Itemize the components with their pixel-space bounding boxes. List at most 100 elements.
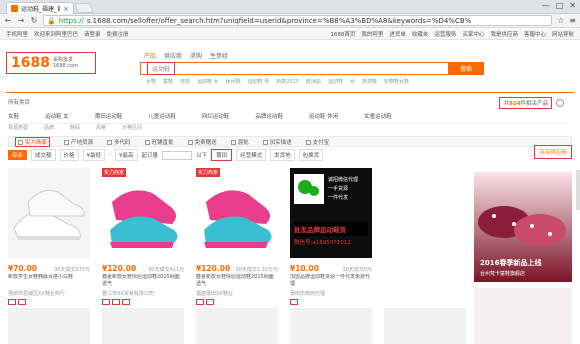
topnav-seller[interactable]: 我是供应商: [490, 30, 518, 38]
maximize-icon[interactable]: □: [556, 1, 564, 10]
filter-strong-merchant[interactable]: 实力商家: [15, 136, 51, 147]
subcat-item[interactable]: 运动鞋 休闲: [309, 112, 338, 120]
attr-item[interactable]: 货源类型: [8, 124, 28, 131]
subcat-item[interactable]: 莆田运动鞋: [95, 112, 123, 120]
hot-word[interactable]: 旅游鞋: [362, 78, 377, 85]
sort-default[interactable]: 综合: [8, 150, 28, 160]
hot-word[interactable]: 女鞋: [146, 78, 156, 85]
product-card[interactable]: ¥70.00 30天成交975元 新款学生女鞋韩版百搭小白鞋 莆田市荔城区XX鞋…: [8, 168, 90, 344]
filter-origin[interactable]: 产地货源: [64, 138, 93, 146]
search-tab-product[interactable]: 产品: [144, 51, 156, 60]
attr-item[interactable]: 鞋码: [70, 124, 80, 131]
url-field[interactable]: 🔒 https:// s.1688.com/selloffer/offer_se…: [43, 15, 553, 26]
browser-tab[interactable]: 运动鞋_福建_莆田_运动鞋 ×: [6, 2, 74, 14]
checkbox[interactable]: [64, 139, 70, 145]
product-title[interactable]: 春夏新款女鞋情侣运动鞋2015网面透气: [196, 274, 278, 288]
filter-mixed[interactable]: 混批: [230, 138, 249, 146]
product-card[interactable]: [384, 168, 466, 344]
product-image[interactable]: 实力商家: [102, 168, 184, 258]
moq-input[interactable]: [162, 150, 193, 160]
side-ad-banner[interactable]: 2016春季新品上线 台州梵卡童鞋旗舰店: [474, 172, 572, 282]
reload-icon[interactable]: ↻: [30, 16, 38, 25]
price-to-input[interactable]: ¥最高: [115, 149, 138, 161]
checkbox[interactable]: [18, 139, 23, 145]
filter-multi[interactable]: 多代码: [107, 138, 131, 146]
product-image[interactable]: 诚招微信代理 一手货源 一件代发 批发品牌运动鞋货 微信号:a189507101…: [290, 168, 372, 258]
filter-direct[interactable]: 旺铺直批: [144, 138, 174, 146]
topnav-mobile[interactable]: 手机阿里: [6, 30, 28, 38]
product-company[interactable]: 莆田市微商代理: [290, 290, 372, 297]
store-supplier-button[interactable]: 存存供应商: [534, 145, 572, 159]
scrollbar[interactable]: [576, 170, 580, 210]
hot-word[interactable]: 童鞋: [163, 78, 173, 85]
subcat-item[interactable]: 女童运动鞋: [364, 112, 392, 120]
sort-price[interactable]: 价格: [59, 149, 79, 161]
side-ad-banner-2[interactable]: [474, 288, 572, 344]
hot-word[interactable]: 女: [350, 78, 355, 85]
topnav-login[interactable]: 请登录: [84, 30, 101, 38]
product-company[interactable]: 莆田市荔城区XX鞋业商行: [8, 290, 90, 297]
collapse-icon[interactable]: [556, 99, 564, 107]
search-input[interactable]: 运动鞋: [140, 62, 450, 75]
filter-desc[interactable]: 加实描述: [262, 138, 292, 146]
product-card[interactable]: 实力商家 ¥120.00 30天成交411元 春夏新款女鞋情侣运动鞋2015网面…: [102, 168, 184, 344]
subcat-item[interactable]: 女鞋: [8, 112, 19, 120]
hot-word[interactable]: 休闲鞋: [226, 78, 241, 85]
close-tab-icon[interactable]: ×: [63, 5, 69, 13]
close-window-icon[interactable]: ✕: [569, 1, 576, 10]
topnav-buyer[interactable]: 买家中心: [462, 30, 484, 38]
subcat-item[interactable]: 品牌运动鞋: [255, 112, 283, 120]
forward-icon[interactable]: →: [17, 16, 25, 25]
search-button[interactable]: 搜索: [448, 62, 484, 75]
product-title[interactable]: 加盟品牌运动鞋货源一件代发免费代理: [290, 274, 372, 288]
subcat-item[interactable]: 运动鞋 女: [45, 112, 69, 120]
checkbox[interactable]: [187, 139, 193, 145]
subcat-item[interactable]: 儿童运动鞋: [148, 112, 176, 120]
attr-item[interactable]: 价格区间: [122, 124, 142, 131]
topnav-myali[interactable]: 我的阿里: [361, 30, 383, 38]
filter-mode[interactable]: 经营模式: [236, 149, 267, 161]
minimize-icon[interactable]: —: [542, 1, 550, 10]
attr-item[interactable]: 品牌: [44, 124, 54, 131]
hot-word[interactable]: 运动鞋: [328, 78, 343, 85]
checkbox[interactable]: [305, 139, 311, 145]
checkbox[interactable]: [107, 139, 113, 145]
hot-word[interactable]: 松糕鞋女鞋: [384, 78, 409, 85]
logo[interactable]: 1688 采购批发 1688.com: [6, 52, 96, 74]
back-icon[interactable]: ←: [4, 16, 12, 25]
subcat-item[interactable]: 网红运动鞋: [202, 112, 230, 120]
topnav-sitemap[interactable]: 网站导航: [552, 30, 574, 38]
filter-gift[interactable]: 免费赠送: [187, 138, 217, 146]
product-image[interactable]: [8, 168, 90, 258]
product-company[interactable]: 晋江市XX贸易有限公司: [102, 290, 184, 297]
filter-ship[interactable]: 发货地: [270, 149, 295, 161]
menu-icon[interactable]: ≡: [569, 16, 576, 25]
filter-return[interactable]: 包换货: [298, 149, 324, 161]
hot-word[interactable]: 运动鞋 男: [248, 78, 270, 85]
checkbox[interactable]: [144, 139, 150, 145]
search-tab-buy[interactable]: 求购: [190, 51, 202, 60]
search-tab-biz[interactable]: 生意经: [210, 51, 228, 60]
price-from-input[interactable]: ¥最低: [82, 149, 106, 161]
hot-word[interactable]: 低帮: [180, 78, 190, 85]
new-tab-button[interactable]: [74, 3, 94, 13]
product-card[interactable]: 诚招微信代理 一手货源 一件代发 批发品牌运动鞋货 微信号:a189507101…: [290, 168, 372, 344]
checkbox[interactable]: [230, 139, 236, 145]
product-title[interactable]: 春夏新款女鞋情侣运动鞋2015网面透气: [102, 274, 184, 288]
checkbox[interactable]: [262, 139, 268, 145]
attr-item[interactable]: 风格: [96, 124, 106, 131]
star-icon[interactable]: ☆: [557, 16, 564, 25]
topnav-help[interactable]: 客服中心: [524, 30, 546, 38]
product-image[interactable]: 实力商家: [196, 168, 278, 258]
topnav-register[interactable]: 免费注册: [107, 30, 129, 38]
topnav-home[interactable]: 1688首页: [330, 30, 355, 38]
sort-volume[interactable]: 成交额: [31, 149, 56, 161]
hot-word[interactable]: 运动鞋 女: [197, 78, 219, 85]
product-title[interactable]: 新款学生女鞋韩版百搭小白鞋: [8, 274, 90, 288]
all-categories[interactable]: 所有类目: [8, 100, 30, 106]
hot-word[interactable]: 欧洲站: [306, 78, 321, 85]
topnav-fav[interactable]: 收藏夹: [412, 30, 429, 38]
search-tab-supplier[interactable]: 供应商: [164, 51, 182, 60]
hot-word[interactable]: 新款2015: [276, 78, 299, 85]
location-filter[interactable]: 莆田: [211, 149, 233, 161]
